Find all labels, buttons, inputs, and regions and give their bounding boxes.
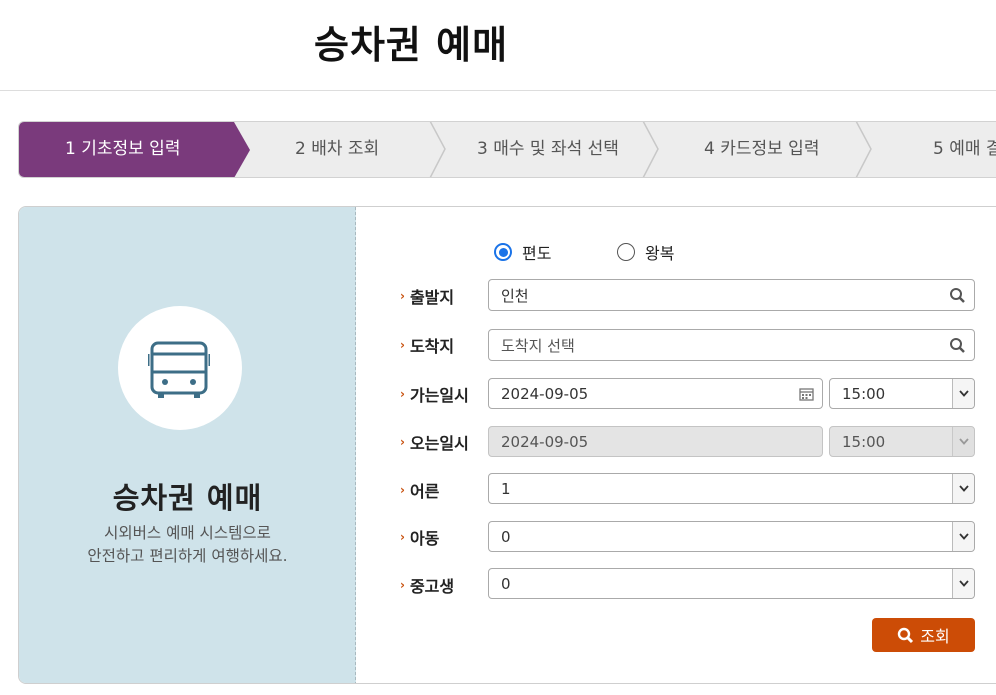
child-count-select[interactable]: 0 [488,521,975,552]
intro-pane: 승차권 예매 시외버스 예매 시스템으로 안전하고 편리하게 여행하세요. [19,207,356,683]
arrival-placeholder: 도착지 선택 [501,336,575,355]
bullet-arrow-icon: › [400,530,405,544]
return-date-input: 2024-09-05 [488,426,823,457]
adult-label: › 어른 [400,478,439,502]
arrival-label-text: 도착지 [409,337,455,356]
radio-unchecked-icon[interactable] [617,243,635,261]
depart-datetime-label: › 가는일시 [400,382,469,406]
radio-round-trip-label: 왕복 [645,244,675,263]
bullet-arrow-icon: › [400,289,405,303]
bullet-arrow-icon: › [400,338,405,352]
student-label-text: 중고생 [409,577,455,596]
child-label-text: 아동 [409,529,440,548]
step-progress-bar: 1 기초정보 입력 2 배차 조회 3 매수 및 좌석 선택 4 카드정보 입력… [18,121,996,178]
intro-description: 시외버스 예매 시스템으로 안전하고 편리하게 여행하세요. [19,522,356,568]
search-button[interactable]: 조회 [872,618,975,652]
page-title: 승차권 예매 [314,23,509,67]
bus-icon [148,341,210,398]
bullet-arrow-icon: › [400,578,405,592]
return-time-value: 15:00 [842,432,886,451]
departure-value: 인천 [501,286,529,305]
chevron-down-icon[interactable] [952,522,974,551]
step-3-seats: 3 매수 및 좌석 선택 [477,139,619,159]
chevron-down-icon[interactable] [952,474,974,503]
radio-checked-icon[interactable] [494,243,512,261]
step-1-basic-info: 1 기초정보 입력 [65,139,181,159]
step-separator-icon [642,122,659,177]
return-date-value: 2024-09-05 [501,432,589,451]
return-datetime-label-text: 오는일시 [409,434,469,453]
step-separator-icon [855,122,872,177]
depart-date-value: 2024-09-05 [501,384,589,403]
bullet-arrow-icon: › [400,387,405,401]
depart-time-select[interactable]: 15:00 [829,378,975,409]
chevron-down-icon[interactable] [952,379,974,408]
arrival-label: › 도착지 [400,333,454,357]
bus-icon-circle [118,306,242,430]
return-time-select: 15:00 [829,426,975,457]
radio-round-trip[interactable]: 왕복 [617,240,674,264]
intro-desc-line1: 시외버스 예매 시스템으로 [104,524,271,542]
depart-date-input[interactable]: 2024-09-05 [488,378,823,409]
child-count-value: 0 [501,527,511,546]
bullet-arrow-icon: › [400,483,405,497]
calendar-icon[interactable] [799,387,814,401]
depart-time-value: 15:00 [842,384,886,403]
student-count-value: 0 [501,574,511,593]
radio-one-way-label: 편도 [522,244,552,263]
step-separator-icon [429,122,446,177]
departure-input[interactable]: 인천 [488,279,975,311]
depart-datetime-label-text: 가는일시 [409,386,469,405]
departure-label-text: 출발지 [409,288,455,307]
search-button-label: 조회 [920,627,950,646]
adult-label-text: 어른 [409,482,440,501]
adult-count-value: 1 [501,479,511,498]
student-label: › 중고생 [400,573,454,597]
adult-count-select[interactable]: 1 [488,473,975,504]
return-datetime-label: › 오는일시 [400,430,469,454]
step-active-arrow [234,122,250,177]
bullet-arrow-icon: › [400,435,405,449]
header-divider [0,90,996,91]
chevron-down-icon [952,427,974,456]
radio-one-way[interactable]: 편도 [494,240,551,264]
chevron-down-icon[interactable] [952,569,974,598]
child-label: › 아동 [400,525,439,549]
step-2-dispatch: 2 배차 조회 [295,139,380,159]
search-icon[interactable] [949,337,966,354]
step-5-complete: 5 예매 결 [933,139,996,159]
student-count-select[interactable]: 0 [488,568,975,599]
departure-label: › 출발지 [400,284,454,308]
intro-desc-line2: 안전하고 편리하게 여행하세요. [87,547,288,565]
intro-title: 승차권 예매 [112,481,263,515]
search-icon [898,627,914,643]
step-4-card: 4 카드정보 입력 [704,139,820,159]
search-icon[interactable] [949,287,966,304]
arrival-input[interactable]: 도착지 선택 [488,329,975,361]
